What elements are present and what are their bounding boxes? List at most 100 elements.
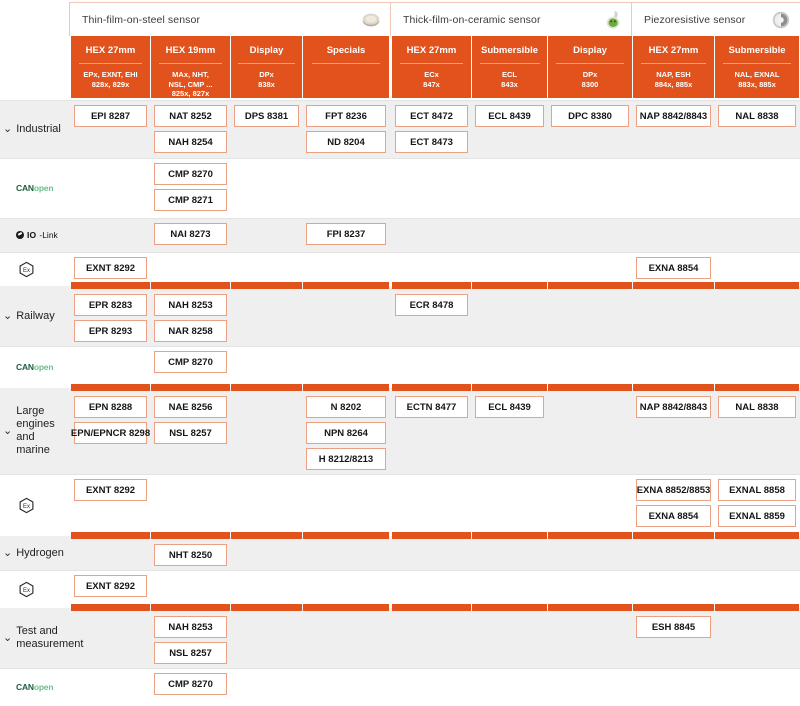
section-divider-bar [71, 282, 150, 289]
product-chip-label: H 8212/8213 [318, 453, 374, 465]
product-chip-label: EXNA 8852/8853 [636, 484, 711, 496]
product-chip[interactable]: ESH 8845 [636, 616, 711, 638]
section-divider-bar [231, 604, 302, 611]
chevron-down-icon[interactable]: ⌄ [3, 310, 12, 322]
row-label-9[interactable]: ⌄ Hydrogen [0, 536, 70, 570]
product-chip-label: EPN 8288 [88, 401, 133, 413]
product-chip[interactable]: H 8212/8213 [306, 448, 386, 470]
atex-ex-icon: Ex [19, 261, 34, 277]
chevron-down-icon[interactable]: ⌄ [3, 425, 12, 437]
chevron-down-icon[interactable]: ⌄ [3, 123, 12, 135]
product-chip[interactable]: NAH 8253 [154, 616, 227, 638]
product-chip[interactable]: EPI 8287 [74, 105, 147, 127]
product-chip-label: ECTN 8477 [406, 401, 457, 413]
product-chip[interactable]: EXNA 8854 [636, 505, 711, 527]
column-header-title: Submersible [472, 36, 547, 64]
product-chip-label: ECT 8473 [410, 136, 453, 148]
row-divider [0, 668, 800, 669]
product-chip[interactable]: ECTN 8477 [395, 396, 468, 418]
product-chip[interactable]: NAP 8842/8843 [636, 396, 711, 418]
product-chip[interactable]: N 8202 [306, 396, 386, 418]
product-matrix-page: Thin-film-on-steel sensor Thick-film-on-c… [0, 0, 800, 706]
matrix-row-11: ⌄ Test and measurement NAH 8253 NSL 8257 ESH … [0, 604, 800, 668]
row-divider [0, 158, 800, 159]
product-chip[interactable]: EXNA 8852/8853 [636, 479, 711, 501]
product-chip[interactable]: NHT 8250 [154, 544, 227, 566]
column-header-2: HEX 19mm MAx, NHT, NSL, CMP ... 825x, 827x [151, 36, 230, 98]
product-chip[interactable]: FPI 8237 [306, 223, 386, 245]
steel-sensor-image [362, 13, 380, 26]
product-chip-label: EPR 8283 [88, 299, 133, 311]
product-chip[interactable]: NAH 8253 [154, 294, 227, 316]
product-chip[interactable]: EXNAL 8859 [718, 505, 796, 527]
column-header-title: Display [548, 36, 632, 64]
product-chip-label: CMP 8271 [168, 194, 213, 206]
product-chip[interactable]: EPR 8293 [74, 320, 147, 342]
ceramic-sensor-image [606, 10, 620, 29]
product-chip[interactable]: DPC 8380 [551, 105, 629, 127]
section-divider-bar [151, 384, 230, 391]
product-chip[interactable]: EPN/EPNCR 8298 [71, 422, 150, 444]
product-chip[interactable]: EXNAL 8858 [718, 479, 796, 501]
product-chip[interactable]: CMP 8271 [154, 189, 227, 211]
product-chip[interactable]: CMP 8270 [154, 673, 227, 695]
product-chip[interactable]: ECR 8478 [395, 294, 468, 316]
matrix-row-5: ⌄ Railway EPR 8283 EPR 8293 NAH 8253 NAR 8258… [0, 282, 800, 346]
section-divider-bar [151, 604, 230, 611]
product-chip[interactable]: ECL 8439 [475, 396, 544, 418]
column-header-subtitle: MAx, NHT, NSL, CMP ... 825x, 827x [168, 70, 213, 98]
matrix-row-4: Ex EXNT 8292 EXNA 8854 [0, 252, 800, 286]
section-divider-bar [548, 532, 632, 539]
chevron-down-icon[interactable]: ⌄ [3, 632, 12, 644]
product-chip[interactable]: NAL 8838 [718, 396, 796, 418]
row-label-2: CAN open [0, 158, 70, 218]
product-chip[interactable]: EXNT 8292 [74, 479, 147, 501]
product-chip[interactable]: EXNT 8292 [74, 257, 147, 279]
product-chip-label: EXNA 8854 [648, 510, 699, 522]
matrix-row-10: Ex EXNT 8292 [0, 570, 800, 608]
canopen-logo-can: CAN [16, 183, 34, 193]
section-divider-bar [472, 604, 547, 611]
section-divider-bar [71, 604, 150, 611]
row-label-7[interactable]: ⌄ Large engines and marine [0, 388, 70, 474]
product-chip-label: NAH 8254 [168, 136, 213, 148]
column-header-3: Display DPx 838x [231, 36, 302, 98]
row-label-text: Railway [16, 309, 55, 322]
column-header-5: HEX 27mm ECx 847x [392, 36, 471, 98]
product-chip-label: CMP 8270 [168, 168, 213, 180]
product-chip[interactable]: ND 8204 [306, 131, 386, 153]
product-chip[interactable]: NAH 8254 [154, 131, 227, 153]
product-chip[interactable]: NSL 8257 [154, 642, 227, 664]
section-divider-bar [472, 384, 547, 391]
row-label-4: Ex [0, 252, 70, 286]
product-chip[interactable]: EPN 8288 [74, 396, 147, 418]
product-chip[interactable]: ECT 8473 [395, 131, 468, 153]
product-chip[interactable]: FPT 8236 [306, 105, 386, 127]
product-chip[interactable]: EPR 8283 [74, 294, 147, 316]
product-chip[interactable]: ECT 8472 [395, 105, 468, 127]
product-chip-label: EXNAL 8859 [729, 510, 785, 522]
ex-logo-wrap: Ex [18, 581, 35, 598]
product-chip[interactable]: CMP 8270 [154, 163, 227, 185]
group-header-1: Thin-film-on-steel sensor [69, 2, 391, 36]
product-chip[interactable]: NAR 8258 [154, 320, 227, 342]
product-chip[interactable]: EXNA 8854 [636, 257, 711, 279]
product-chip[interactable]: CMP 8270 [154, 351, 227, 373]
row-label-1[interactable]: ⌄ Industrial [0, 100, 70, 158]
row-divider [0, 346, 800, 347]
product-chip-label: NAI 8273 [170, 228, 211, 240]
product-chip[interactable]: NSL 8257 [154, 422, 227, 444]
chevron-down-icon[interactable]: ⌄ [3, 547, 12, 559]
row-label-11[interactable]: ⌄ Test and measurement [0, 608, 83, 668]
product-chip[interactable]: NPN 8264 [306, 422, 386, 444]
product-chip[interactable]: DPS 8381 [234, 105, 299, 127]
row-label-text: Hydrogen [16, 546, 64, 559]
product-chip[interactable]: NAL 8838 [718, 105, 796, 127]
row-label-5[interactable]: ⌄ Railway [0, 286, 70, 346]
product-chip[interactable]: NAI 8273 [154, 223, 227, 245]
product-chip[interactable]: ECL 8439 [475, 105, 544, 127]
product-chip[interactable]: NAT 8252 [154, 105, 227, 127]
product-chip[interactable]: NAE 8256 [154, 396, 227, 418]
product-chip[interactable]: NAP 8842/8843 [636, 105, 711, 127]
product-chip[interactable]: EXNT 8292 [74, 575, 147, 597]
